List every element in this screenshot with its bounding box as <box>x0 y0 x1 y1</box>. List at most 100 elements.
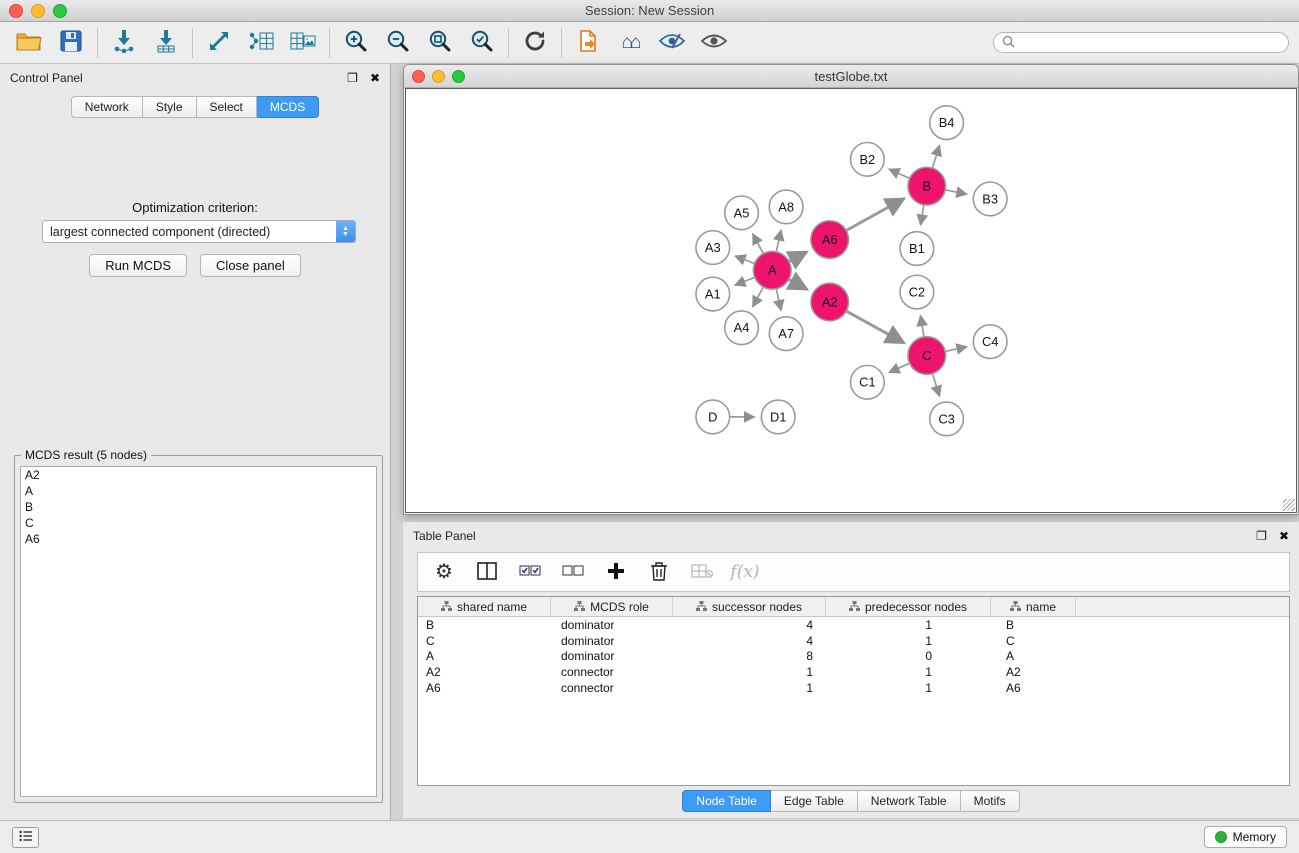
graph-edge-A6-B[interactable] <box>846 199 904 231</box>
resize-handle-icon[interactable] <box>1283 499 1295 511</box>
mcds-result-list[interactable]: A2ABCA6 <box>20 466 377 797</box>
maximize-window-button[interactable] <box>53 4 67 18</box>
graph-node-B[interactable]: B <box>908 167 946 205</box>
graph-edge-A-A1[interactable] <box>735 277 755 285</box>
zoom-in-button[interactable] <box>335 26 377 60</box>
graph-node-A3[interactable]: A3 <box>696 231 730 265</box>
annotation-mode-button[interactable] <box>651 26 693 60</box>
result-item[interactable]: A2 <box>21 467 376 483</box>
show-hide-button[interactable] <box>693 26 735 60</box>
graph-edge-A-A7[interactable] <box>776 289 781 311</box>
export-image-button[interactable] <box>282 26 324 60</box>
graph-edge-A-A8[interactable] <box>776 230 781 252</box>
float-table-panel-icon[interactable]: ❐ <box>1256 529 1267 543</box>
graph-node-A7[interactable]: A7 <box>769 317 803 351</box>
table-row[interactable]: A6connector11A6 <box>418 680 1289 696</box>
graph-node-A8[interactable]: A8 <box>769 190 803 224</box>
table-row[interactable]: Bdominator41B <box>418 617 1289 633</box>
graph-edge-A-A2[interactable] <box>789 279 807 289</box>
graph-edge-C-C4[interactable] <box>945 347 967 352</box>
optimization-criterion-dropdown[interactable]: largest connected component (directed) ▲… <box>42 220 356 243</box>
graph-node-B4[interactable]: B4 <box>930 106 964 140</box>
network-window-titlebar[interactable]: testGlobe.txt <box>404 65 1298 88</box>
graph-node-A1[interactable]: A1 <box>696 277 730 311</box>
graph-node-D[interactable]: D <box>696 400 730 434</box>
select-all-columns-button[interactable] <box>518 560 542 584</box>
deselect-all-columns-button[interactable] <box>561 560 585 584</box>
column-header-name[interactable]: name <box>991 597 1076 616</box>
tab-style[interactable]: Style <box>143 96 197 118</box>
table-row[interactable]: Cdominator41C <box>418 633 1289 649</box>
graph-edge-A-A3[interactable] <box>735 256 755 264</box>
tab-select[interactable]: Select <box>197 96 257 118</box>
table-settings-button[interactable]: ⚙ <box>432 560 456 584</box>
column-header-shared-name[interactable]: shared name <box>418 597 551 616</box>
memory-button[interactable]: Memory <box>1204 826 1287 848</box>
graph-node-B2[interactable]: B2 <box>851 142 885 176</box>
maximize-network-window-button[interactable] <box>452 70 465 83</box>
result-item[interactable]: B <box>21 499 376 515</box>
close-window-button[interactable] <box>9 4 23 18</box>
graph-node-B1[interactable]: B1 <box>900 232 934 266</box>
tab-motifs[interactable]: Motifs <box>961 790 1020 812</box>
zoom-selected-button[interactable] <box>461 26 503 60</box>
graph-edge-B-B4[interactable] <box>932 145 939 168</box>
zoom-out-button[interactable] <box>377 26 419 60</box>
graph-edge-A-A6[interactable] <box>789 252 807 262</box>
graph-edge-C-C1[interactable] <box>889 363 910 372</box>
close-table-panel-icon[interactable]: ✖ <box>1279 529 1289 543</box>
result-item[interactable]: A <box>21 483 376 499</box>
show-columns-button[interactable] <box>475 560 499 584</box>
graph-edge-A-A4[interactable] <box>753 287 764 307</box>
open-session-button[interactable] <box>8 26 50 60</box>
graph-node-A6[interactable]: A6 <box>811 221 849 259</box>
column-header-mcds-role[interactable]: MCDS role <box>551 597 673 616</box>
network-canvas[interactable]: B4B2BB3A5A8A6B1A3AC2A1A2A4A7C4CC1C3DD1 <box>405 88 1297 513</box>
delete-column-button[interactable] <box>647 560 671 584</box>
float-panel-icon[interactable]: ❐ <box>347 71 358 85</box>
run-mcds-button[interactable]: Run MCDS <box>89 254 187 277</box>
save-session-button[interactable] <box>50 26 92 60</box>
tab-node-table[interactable]: Node Table <box>682 790 771 812</box>
graph-node-A5[interactable]: A5 <box>725 196 759 230</box>
refresh-button[interactable] <box>514 26 556 60</box>
graph-node-C3[interactable]: C3 <box>930 402 964 436</box>
apply-layout-button[interactable] <box>198 26 240 60</box>
graph-edge-B-B3[interactable] <box>945 190 967 194</box>
minimize-network-window-button[interactable] <box>432 70 445 83</box>
dropdown-stepper[interactable]: ▲▼ <box>336 220 355 243</box>
zoom-fit-button[interactable] <box>419 26 461 60</box>
tab-mcds[interactable]: MCDS <box>257 96 319 118</box>
tab-network[interactable]: Network <box>71 96 143 118</box>
function-builder-button[interactable]: f(x) <box>733 560 757 584</box>
graph-edge-A-A5[interactable] <box>753 234 764 254</box>
graph-node-C2[interactable]: C2 <box>900 275 934 309</box>
graph-edge-A2-C[interactable] <box>846 311 904 343</box>
graph-node-C[interactable]: C <box>908 337 946 375</box>
graph-edge-C-C3[interactable] <box>932 373 939 396</box>
result-item[interactable]: A6 <box>21 531 376 547</box>
close-panel-button[interactable]: Close panel <box>200 254 301 277</box>
graph-node-A2[interactable]: A2 <box>811 283 849 321</box>
search-input[interactable] <box>1020 35 1280 51</box>
export-network-button[interactable] <box>240 26 282 60</box>
graph-edge-B-B1[interactable] <box>921 205 924 225</box>
close-network-window-button[interactable] <box>412 70 425 83</box>
tab-network-table[interactable]: Network Table <box>858 790 961 812</box>
search-box[interactable] <box>993 32 1289 53</box>
graph-node-A4[interactable]: A4 <box>725 311 759 345</box>
graph-edge-B-B2[interactable] <box>889 169 910 178</box>
graph-node-C1[interactable]: C1 <box>851 365 885 399</box>
open-session-file-button[interactable] <box>567 26 609 60</box>
result-item[interactable]: C <box>21 515 376 531</box>
tab-edge-table[interactable]: Edge Table <box>771 790 858 812</box>
graph-edge-C-C2[interactable] <box>921 316 924 337</box>
close-panel-icon[interactable]: ✖ <box>370 71 380 85</box>
import-table-button[interactable] <box>145 26 187 60</box>
graph-node-D1[interactable]: D1 <box>761 400 795 434</box>
column-header-successor-nodes[interactable]: successor nodes <box>673 597 826 616</box>
task-history-button[interactable] <box>12 827 39 848</box>
graph-node-B3[interactable]: B3 <box>973 182 1007 216</box>
table-row[interactable]: Adominator80A <box>418 649 1289 665</box>
home-networks-button[interactable]: ⌂⌂ <box>609 26 651 60</box>
